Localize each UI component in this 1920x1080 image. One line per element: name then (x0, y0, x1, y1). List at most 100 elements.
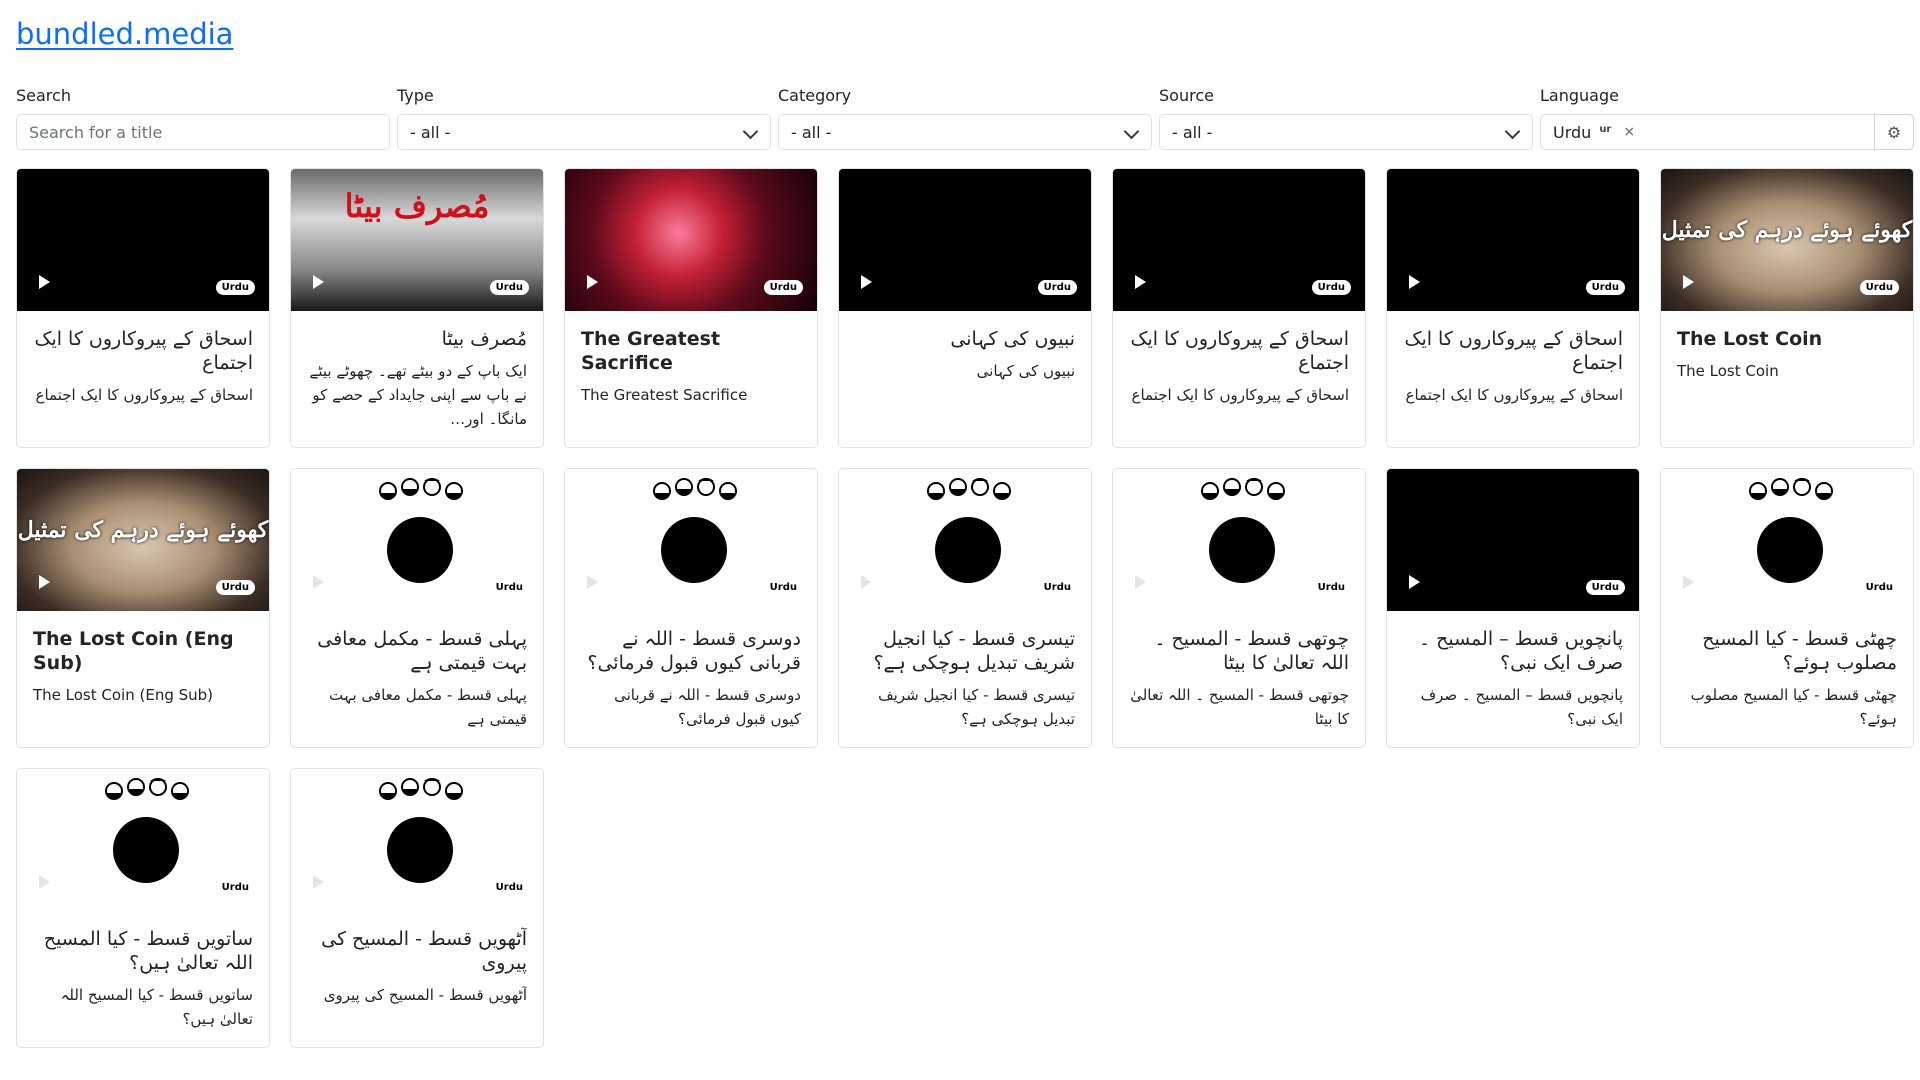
card-title[interactable]: The Lost Coin (Eng Sub) (33, 627, 253, 675)
media-card[interactable]: Urdu آٹھویں قسط - المسیح کی پیروی آٹھویں ق… (290, 768, 544, 1048)
play-icon[interactable] (1683, 275, 1694, 289)
play-icon[interactable] (587, 275, 598, 289)
card-title[interactable]: چوتھی قسط - المسیح ۔ اللہ تعالیٰ کا بیٹا (1129, 627, 1349, 675)
play-icon[interactable] (861, 275, 872, 289)
card-title[interactable]: نبیوں کی کہانی (855, 327, 1075, 351)
card-description: آٹھویں قسط - المسیح کی پیروی (323, 986, 527, 1004)
card-description: دوسری قسط - اللہ نے قربانی کیوں قبول فرم… (614, 686, 801, 728)
video-thumbnail[interactable]: Urdu (1387, 169, 1639, 311)
play-icon[interactable] (313, 575, 324, 589)
play-icon[interactable] (1135, 575, 1146, 589)
source-select[interactable]: - all - (1159, 114, 1533, 150)
play-icon[interactable] (39, 275, 50, 289)
card-title[interactable]: مُصرف بیٹا (307, 327, 527, 351)
brand-link[interactable]: bundled.media (16, 16, 233, 52)
logo-circle (661, 517, 727, 583)
video-thumbnail[interactable]: Urdu (1387, 469, 1639, 611)
video-thumbnail[interactable]: Urdu (17, 769, 269, 911)
video-thumbnail[interactable]: Urdu (291, 769, 543, 911)
logo-circle (387, 517, 453, 583)
card-title[interactable]: اسحاق کے پیروکاروں کا ایک اجتماع (1403, 327, 1623, 375)
series-logo (78, 773, 208, 905)
characters-illustration (927, 478, 1011, 500)
card-description: ساتویں قسط - کیا المسیح اللہ تعالیٰ ہیں؟ (60, 986, 253, 1028)
card-description: The Lost Coin (Eng Sub) (33, 686, 214, 704)
card-description: تیسری قسط - کیا انجیل شریف تبدیل ہوچکی ہ… (878, 686, 1075, 728)
video-thumbnail[interactable]: Urdu (1113, 169, 1365, 311)
card-title[interactable]: اسحاق کے پیروکاروں کا ایک اجتماع (33, 327, 253, 375)
media-card[interactable]: Urdu نبیوں کی کہانی نبیوں کی کہانی (838, 168, 1092, 448)
language-badge: Urdu (1585, 280, 1625, 295)
card-title[interactable]: پانچویں قسط – المسیح ۔ صرف ایک نبی؟ (1403, 627, 1623, 675)
language-badge: Urdu (1585, 580, 1625, 595)
language-chip: Urdu ur × (1553, 123, 1635, 142)
search-input[interactable]: Search for a title (16, 114, 390, 150)
chevron-down-icon (1123, 123, 1140, 140)
thumbnail-title-overlay: کھوئے ہوئے درہم کی تمثیل (1661, 217, 1913, 243)
card-description: ایک باپ کے دو بیٹے تھے۔ چھوٹے بیٹے نے با… (309, 362, 527, 428)
video-thumbnail[interactable]: مُصرف بیٹا Urdu (291, 169, 543, 311)
card-title[interactable]: ساتویں قسط - کیا المسیح اللہ تعالیٰ ہیں؟ (33, 927, 253, 975)
card-title[interactable]: The Greatest Sacrifice (581, 327, 801, 375)
play-icon[interactable] (1135, 275, 1146, 289)
play-icon[interactable] (1683, 575, 1694, 589)
card-title[interactable]: دوسری قسط - اللہ نے قربانی کیوں قبول فرم… (581, 627, 801, 675)
card-title[interactable]: The Lost Coin (1677, 327, 1897, 351)
play-icon[interactable] (1409, 275, 1420, 289)
video-thumbnail[interactable]: Urdu (839, 169, 1091, 311)
media-card[interactable]: Urdu اسحاق کے پیروکاروں کا ایک اجتماع اسحا… (1112, 168, 1366, 448)
chevron-down-icon (1504, 123, 1521, 140)
language-badge: Urdu (1037, 280, 1077, 295)
media-card[interactable]: Urdu اسحاق کے پیروکاروں کا ایک اجتماع اسحا… (16, 168, 270, 448)
media-card[interactable]: Urdu ساتویں قسط - کیا المسیح اللہ تعالیٰ … (16, 768, 270, 1048)
play-icon[interactable] (313, 275, 324, 289)
media-card[interactable]: کھوئے ہوئے درہم کی تمثیل Urdu The Lost Coi… (1660, 168, 1914, 448)
media-card[interactable]: Urdu پانچویں قسط – المسیح ۔ صرف ایک نبی؟ پ… (1386, 468, 1640, 748)
settings-button[interactable]: ⚙ (1874, 114, 1914, 150)
type-select[interactable]: - all - (397, 114, 771, 150)
media-card[interactable]: Urdu اسحاق کے پیروکاروں کا ایک اجتماع اسحا… (1386, 168, 1640, 448)
category-select[interactable]: - all - (778, 114, 1152, 150)
language-select[interactable]: Urdu ur × (1540, 114, 1874, 150)
thumbnail-title-overlay: کھوئے ہوئے درہم کی تمثیل (17, 517, 269, 543)
play-icon[interactable] (587, 575, 598, 589)
media-card[interactable]: Urdu تیسری قسط - کیا انجیل شریف تبدیل ہوچ… (838, 468, 1092, 748)
play-icon[interactable] (861, 575, 872, 589)
series-logo (352, 773, 482, 905)
play-icon[interactable] (39, 575, 50, 589)
media-card[interactable]: Urdu The Greatest Sacrifice The Greatest S… (564, 168, 818, 448)
video-thumbnail[interactable]: Urdu (565, 469, 817, 611)
card-title[interactable]: تیسری قسط - کیا انجیل شریف تبدیل ہوچکی ہ… (855, 627, 1075, 675)
card-title[interactable]: چھٹی قسط - کیا المسیح مصلوب ہوئے؟ (1677, 627, 1897, 675)
card-description: اسحاق کے پیروکاروں کا ایک اجتماع (1131, 386, 1349, 404)
video-thumbnail[interactable]: Urdu (1113, 469, 1365, 611)
video-thumbnail[interactable]: Urdu (839, 469, 1091, 611)
card-description: پہلی قسط - مکمل معافی بہت قیمتی ہے (328, 686, 527, 728)
play-icon[interactable] (313, 875, 324, 889)
card-title[interactable]: اسحاق کے پیروکاروں کا ایک اجتماع (1129, 327, 1349, 375)
remove-language-button[interactable]: × (1623, 124, 1635, 140)
card-title[interactable]: آٹھویں قسط - المسیح کی پیروی (307, 927, 527, 975)
video-thumbnail[interactable]: کھوئے ہوئے درہم کی تمثیل Urdu (1661, 169, 1913, 311)
source-select-value: - all - (1172, 122, 1213, 142)
video-thumbnail[interactable]: Urdu (1661, 469, 1913, 611)
video-thumbnail[interactable]: Urdu (565, 169, 817, 311)
series-logo (352, 473, 482, 605)
source-label: Source (1159, 86, 1214, 105)
media-card[interactable]: مُصرف بیٹا Urdu مُصرف بیٹا ایک باپ کے دو بی… (290, 168, 544, 448)
play-icon[interactable] (39, 875, 50, 889)
video-thumbnail[interactable]: کھوئے ہوئے درہم کی تمثیل Urdu (17, 469, 269, 611)
media-card[interactable]: Urdu چھٹی قسط - کیا المسیح مصلوب ہوئے؟ چھٹ… (1660, 468, 1914, 748)
media-card[interactable]: Urdu دوسری قسط - اللہ نے قربانی کیوں قبول… (564, 468, 818, 748)
logo-circle (1757, 517, 1823, 583)
video-thumbnail[interactable]: Urdu (17, 169, 269, 311)
media-card[interactable]: کھوئے ہوئے درہم کی تمثیل Urdu The Lost Coi… (16, 468, 270, 748)
play-icon[interactable] (1409, 575, 1420, 589)
card-title[interactable]: پہلی قسط - مکمل معافی بہت قیمتی ہے (307, 627, 527, 675)
category-select-value: - all - (791, 122, 832, 142)
media-card[interactable]: Urdu پہلی قسط - مکمل معافی بہت قیمتی ہے پہ… (290, 468, 544, 748)
filter-bar: Search Search for a title Type - all - C… (16, 86, 1914, 150)
language-badge: Urdu (1311, 280, 1351, 295)
video-thumbnail[interactable]: Urdu (291, 469, 543, 611)
media-card[interactable]: Urdu چوتھی قسط - المسیح ۔ اللہ تعالیٰ کا … (1112, 468, 1366, 748)
